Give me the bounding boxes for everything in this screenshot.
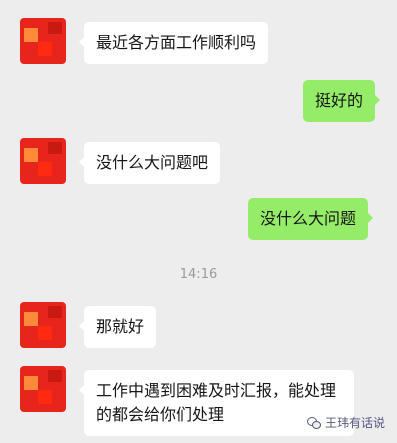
chat-area: 最近各方面工作顺利吗 挺好的 没什么大问题吧 没什么大问题 14:16 那就好 (0, 0, 397, 443)
avatar[interactable] (20, 366, 66, 412)
message-bubble[interactable]: 最近各方面工作顺利吗 (78, 22, 269, 64)
watermark: 王玮有话说 (306, 414, 385, 431)
message-bubble[interactable]: 没什么大问题吧 (78, 142, 221, 184)
avatar[interactable] (20, 302, 66, 348)
avatar[interactable] (20, 18, 66, 64)
message-line: 工作中遇到困难及时汇报，能处理 (96, 381, 337, 400)
watermark-text: 王玮有话说 (324, 416, 385, 430)
timestamp: 14:16 (179, 267, 218, 282)
message-bubble[interactable]: 没什么大问题 (248, 198, 374, 240)
wechat-icon (306, 416, 321, 429)
avatar[interactable] (20, 138, 66, 184)
message-bubble[interactable]: 那就好 (78, 306, 157, 348)
message-line: 的都会给你们处理 (96, 405, 225, 424)
message-bubble[interactable]: 挺好的 (303, 80, 381, 122)
